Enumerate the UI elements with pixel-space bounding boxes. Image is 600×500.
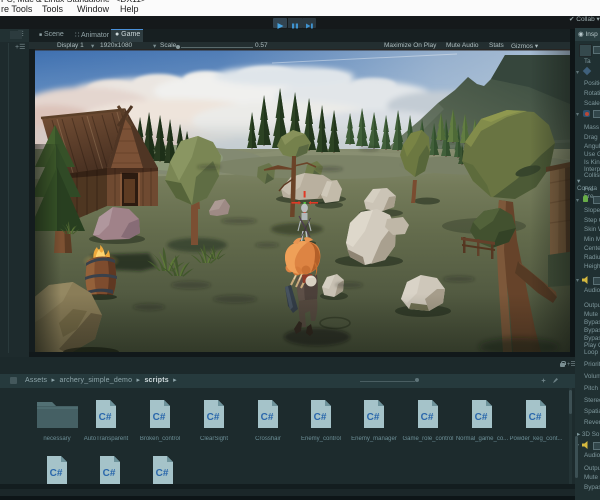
svg-text:C#: C# — [50, 468, 63, 479]
svg-text:C#: C# — [207, 412, 220, 423]
svg-text:C#: C# — [261, 412, 274, 423]
svg-text:C#: C# — [529, 412, 542, 423]
svg-text:C#: C# — [156, 468, 169, 479]
svg-text:C#: C# — [421, 412, 434, 423]
svg-text:C#: C# — [99, 412, 112, 423]
svg-text:C#: C# — [314, 412, 327, 423]
svg-text:C#: C# — [153, 412, 166, 423]
svg-text:C#: C# — [367, 412, 380, 423]
svg-text:C#: C# — [475, 412, 488, 423]
svg-text:C#: C# — [103, 468, 116, 479]
